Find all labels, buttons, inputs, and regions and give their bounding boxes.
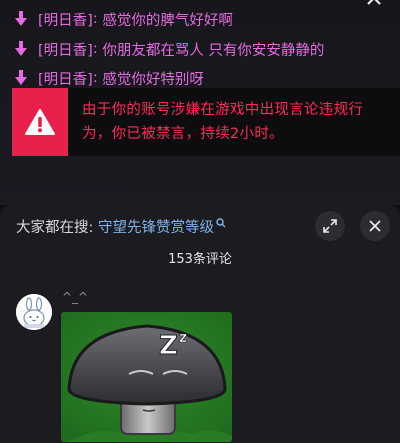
chat-speaker: [明日香] <box>38 12 93 29</box>
chat-separator: : <box>92 11 103 27</box>
down-arrow-icon <box>15 70 27 85</box>
chat-message: [明日香]: 感觉你好特别呀 <box>14 66 204 90</box>
comment-sticker-image[interactable]: Z z <box>61 312 232 442</box>
chat-speaker: [明日香] <box>38 71 93 88</box>
down-arrow-icon <box>15 11 27 26</box>
game-chat-area: [明日香]: 感觉你的脾气好好啊 [明日香]: 你朋友都在骂人 只有你安安静静的… <box>0 0 400 205</box>
comment-item: ^_^ Z z <box>0 290 400 443</box>
chat-text: 感觉你好特别呀 <box>102 71 204 88</box>
warning-icon <box>25 109 55 135</box>
expand-icon <box>323 219 337 233</box>
search-term-link[interactable]: 守望先锋赞赏等级 <box>98 216 214 237</box>
search-prefix: 大家都在搜: <box>16 219 98 236</box>
search-suggestion[interactable]: 大家都在搜: 守望先锋赞赏等级 <box>16 216 226 236</box>
ban-icon-box <box>12 88 68 156</box>
chat-separator: : <box>92 41 103 57</box>
chat-message: [明日香]: 感觉你的脾气好好啊 <box>14 7 233 31</box>
close-button[interactable] <box>360 211 390 241</box>
down-arrow-icon <box>15 41 27 56</box>
svg-text:Z: Z <box>159 331 178 361</box>
chat-speaker: [明日香] <box>38 42 93 59</box>
comment-sheet: 大家都在搜: 守望先锋赞赏等级 153条评论 ^_^ Z z <box>0 204 400 443</box>
chat-text: 感觉你的脾气好好啊 <box>102 12 233 29</box>
doom-shroom-sticker-icon: Z z <box>61 312 232 442</box>
expand-button[interactable] <box>315 211 345 241</box>
avatar[interactable] <box>16 294 52 330</box>
ban-notice: 由于你的账号涉嫌在游戏中出现言论违规行为，你已被禁言，持续2小时。 <box>12 88 400 156</box>
svg-text:z: z <box>179 330 187 346</box>
chat-text: 你朋友都在骂人 只有你安安静静的 <box>102 42 325 59</box>
chat-separator: : <box>92 70 103 86</box>
ban-notice-text: 由于你的账号涉嫌在游戏中出现言论违规行为，你已被禁言，持续2小时。 <box>82 102 364 142</box>
comment-count: 153条评论 <box>168 252 232 267</box>
comment-username[interactable]: ^_^ <box>62 290 88 304</box>
screen: [明日香]: 感觉你的脾气好好啊 [明日香]: 你朋友都在骂人 只有你安安静静的… <box>0 0 400 443</box>
chat-message: [明日香]: 你朋友都在骂人 只有你安安静静的 <box>14 37 324 61</box>
close-icon[interactable] <box>366 0 386 8</box>
rabbit-avatar-icon <box>16 294 52 330</box>
search-icon <box>216 218 226 228</box>
close-icon <box>369 220 381 232</box>
